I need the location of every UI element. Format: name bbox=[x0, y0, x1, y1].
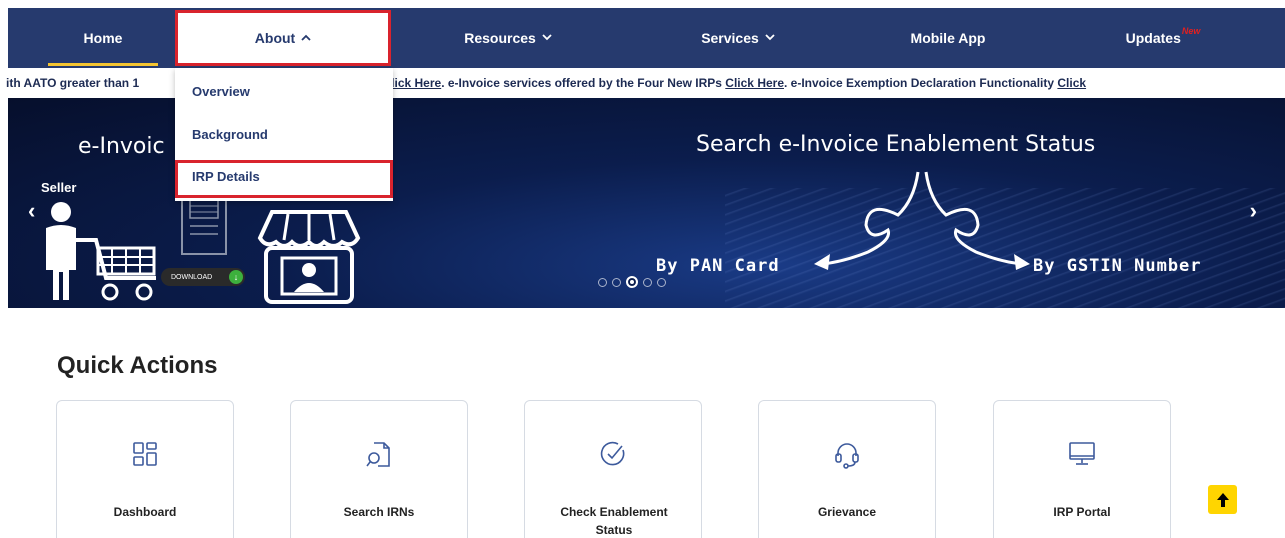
banner-right-title: Search e-Invoice Enablement Status bbox=[696, 132, 1096, 157]
nav-home[interactable]: Home bbox=[48, 8, 158, 68]
ticker-part-4: . e-Invoice Exemption Declaration Functi… bbox=[784, 76, 1058, 90]
quick-action-grievance[interactable]: Grievance bbox=[758, 400, 936, 538]
carousel-dot[interactable] bbox=[643, 277, 652, 287]
main-navbar: Home About Resources Services Mobile App… bbox=[8, 8, 1285, 68]
menu-item-irp-details[interactable]: IRP Details bbox=[175, 160, 393, 198]
nav-about[interactable]: About bbox=[175, 10, 391, 66]
ticker-part-3: . e-Invoice services offered by the Four… bbox=[441, 76, 726, 90]
by-pan-label: By PAN Card bbox=[656, 256, 780, 276]
nav-home-active-indicator bbox=[48, 63, 158, 66]
ticker-link-3[interactable]: Click bbox=[1057, 76, 1086, 90]
download-label: DOWNLOAD bbox=[171, 273, 213, 281]
nav-about-label: About bbox=[254, 30, 296, 46]
headset-icon bbox=[759, 441, 935, 471]
search-document-icon bbox=[291, 441, 467, 471]
quick-action-search-irns[interactable]: Search IRNs bbox=[290, 400, 468, 538]
quick-action-dashboard[interactable]: Dashboard bbox=[56, 400, 234, 538]
download-arrow-icon: ↓ bbox=[229, 270, 243, 284]
ticker-part-1: ith AATO greater than 1 bbox=[6, 76, 140, 90]
dashboard-icon bbox=[57, 441, 233, 471]
page: Home About Resources Services Mobile App… bbox=[0, 0, 1285, 538]
storefront-icon bbox=[257, 210, 361, 304]
ticker-text: ith AATO greater than 1023 Click Here. e… bbox=[6, 76, 1086, 90]
nav-services-label: Services bbox=[701, 30, 759, 46]
carousel-dot[interactable] bbox=[657, 277, 666, 287]
menu-item-overview[interactable]: Overview bbox=[175, 74, 393, 108]
carousel-dot-active[interactable] bbox=[626, 276, 638, 288]
quick-action-check-enablement[interactable]: Check Enablement Status bbox=[524, 400, 702, 538]
carousel-dot[interactable] bbox=[598, 277, 607, 287]
carousel-indicators bbox=[598, 276, 666, 288]
nav-resources-label: Resources bbox=[464, 30, 536, 46]
by-gstin-label: By GSTIN Number bbox=[1033, 256, 1202, 276]
quick-action-label: Dashboard bbox=[113, 505, 177, 519]
carousel-dot[interactable] bbox=[612, 277, 621, 287]
quick-action-label: Grievance bbox=[817, 505, 877, 519]
nav-updates-label: Updates bbox=[1125, 30, 1181, 46]
ticker-link-2[interactable]: Click Here bbox=[725, 76, 784, 90]
chevron-up-icon bbox=[301, 33, 311, 44]
carousel-next-button[interactable]: › bbox=[1250, 198, 1257, 224]
nav-mobile-app[interactable]: Mobile App bbox=[878, 8, 1018, 68]
menu-item-background[interactable]: Background bbox=[175, 117, 393, 151]
arrow-up-icon bbox=[1216, 492, 1229, 507]
new-badge: New bbox=[1181, 26, 1201, 36]
split-arrows-graphic bbox=[814, 171, 1030, 270]
quick-action-label: IRP Portal bbox=[1053, 505, 1111, 519]
banner-left-title: e-Invoic bbox=[78, 134, 165, 159]
check-circle-icon bbox=[525, 441, 701, 471]
seller-cart-illustration bbox=[46, 202, 156, 301]
nav-services[interactable]: Services bbox=[658, 8, 818, 68]
about-dropdown-menu: Overview Background IRP Details bbox=[175, 68, 393, 201]
quick-action-irp-portal[interactable]: IRP Portal bbox=[993, 400, 1171, 538]
carousel-prev-button[interactable]: ‹ bbox=[28, 198, 35, 224]
quick-action-label: Check Enablement Status bbox=[560, 505, 668, 537]
nav-mobile-app-label: Mobile App bbox=[910, 30, 986, 46]
quick-action-label: Search IRNs bbox=[343, 505, 415, 519]
nav-resources[interactable]: Resources bbox=[428, 8, 588, 68]
seller-label: Seller bbox=[41, 180, 77, 195]
nav-updates[interactable]: Updates New bbox=[1093, 8, 1233, 68]
nav-home-label: Home bbox=[83, 30, 123, 46]
quick-actions-title: Quick Actions bbox=[57, 352, 218, 379]
chevron-down-icon bbox=[765, 33, 775, 44]
chevron-down-icon bbox=[542, 33, 552, 44]
download-badge: DOWNLOAD ↓ bbox=[161, 268, 245, 286]
scroll-to-top-button[interactable] bbox=[1208, 485, 1237, 514]
monitor-icon bbox=[994, 441, 1170, 471]
